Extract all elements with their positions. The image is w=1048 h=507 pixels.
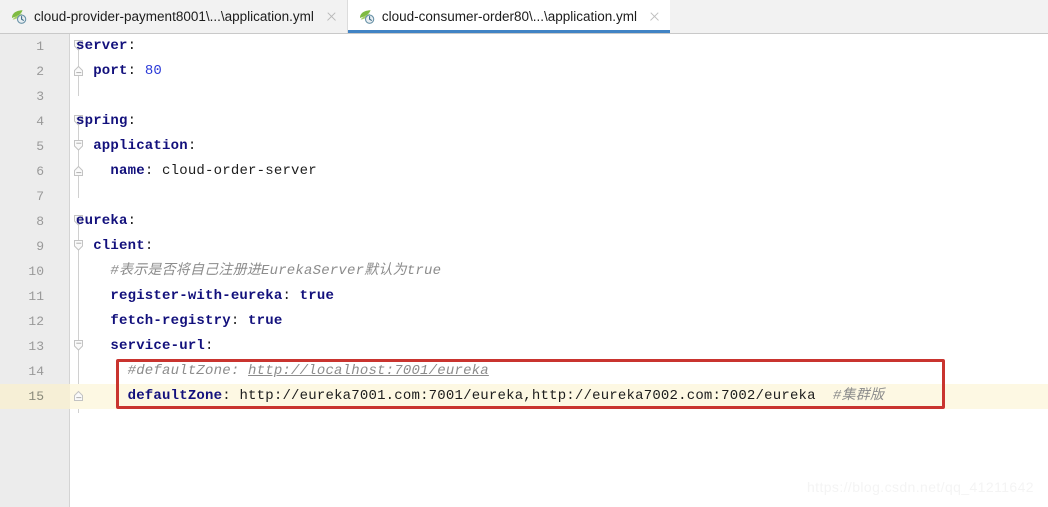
yaml-colon: : — [282, 288, 291, 304]
yaml-colon: : — [128, 38, 137, 54]
line-number[interactable]: 3 — [0, 84, 44, 109]
yaml-colon: : — [188, 138, 197, 154]
yaml-key: defaultZone — [128, 388, 223, 404]
yaml-value: true — [248, 313, 282, 329]
commented-url[interactable]: http://localhost:7001/eureka — [248, 363, 489, 379]
yaml-comment: #表示是否将自己注册进EurekaServer默认为true — [110, 263, 441, 279]
yaml-key: server — [76, 38, 128, 54]
line-number[interactable]: 4 — [0, 109, 44, 134]
code-text: register-with-eureka: true — [76, 284, 334, 309]
yaml-colon: : — [205, 338, 214, 354]
code-text: spring: — [76, 109, 136, 134]
tab-label: cloud-provider-payment8001\...\applicati… — [34, 10, 314, 24]
line-number[interactable]: 2 — [0, 59, 44, 84]
yaml-colon: : — [145, 238, 154, 254]
code-text: server: — [76, 34, 136, 59]
code-line-6[interactable]: 6 name: cloud-order-server — [0, 159, 1048, 184]
yaml-key: name — [110, 163, 144, 179]
line-number[interactable]: 5 — [0, 134, 44, 159]
yaml-key: service-url — [110, 338, 205, 354]
code-line-3[interactable]: 3 — [0, 84, 1048, 109]
line-number[interactable]: 15 — [0, 384, 44, 409]
yaml-key: application — [93, 138, 188, 154]
code-text: service-url: — [76, 334, 214, 359]
watermark: https://blog.csdn.net/qq_41211642 — [807, 479, 1034, 495]
code-text: name: cloud-order-server — [76, 159, 317, 184]
tab-label: cloud-consumer-order80\...\application.y… — [382, 10, 637, 24]
yaml-colon: : — [128, 63, 137, 79]
code-line-4[interactable]: 4 spring: — [0, 109, 1048, 134]
yaml-key: eureka — [76, 213, 128, 229]
yaml-value: true — [300, 288, 334, 304]
close-icon[interactable] — [648, 10, 661, 23]
line-number[interactable]: 1 — [0, 34, 44, 59]
yaml-value: 80 — [145, 63, 162, 79]
editor-tab-bar: cloud-provider-payment8001\...\applicati… — [0, 0, 1048, 34]
yaml-colon: : — [128, 113, 137, 129]
line-number[interactable]: 9 — [0, 234, 44, 259]
line-number[interactable]: 7 — [0, 184, 44, 209]
code-lines: 1server:2 port: 8034spring:5 application… — [0, 34, 1048, 409]
code-text: port: 80 — [76, 59, 162, 84]
yaml-colon: : — [231, 313, 240, 329]
code-line-2[interactable]: 2 port: 80 — [0, 59, 1048, 84]
code-line-12[interactable]: 12 fetch-registry: true — [0, 309, 1048, 334]
code-text: #表示是否将自己注册进EurekaServer默认为true — [76, 259, 441, 284]
code-line-1[interactable]: 1 server: — [0, 34, 1048, 59]
spring-yaml-icon — [10, 8, 27, 25]
code-line-7[interactable]: 7 — [0, 184, 1048, 209]
code-text: defaultZone: http://eureka7001.com:7001/… — [76, 384, 884, 409]
yaml-value: cloud-order-server — [162, 163, 317, 179]
yaml-key: port — [93, 63, 127, 79]
line-number[interactable]: 12 — [0, 309, 44, 334]
code-text: eureka: — [76, 209, 136, 234]
code-line-9[interactable]: 9 client: — [0, 234, 1048, 259]
code-editor[interactable]: 1server:2 port: 8034spring:5 application… — [0, 34, 1048, 507]
code-line-15[interactable]: 15 defaultZone: http://eureka7001.com:70… — [0, 384, 1048, 409]
code-text: client: — [76, 234, 153, 259]
line-number[interactable]: 10 — [0, 259, 44, 284]
line-number[interactable]: 13 — [0, 334, 44, 359]
code-line-10[interactable]: 10 #表示是否将自己注册进EurekaServer默认为true — [0, 259, 1048, 284]
line-number[interactable]: 8 — [0, 209, 44, 234]
yaml-key: fetch-registry — [110, 313, 230, 329]
spring-yaml-icon — [358, 8, 375, 25]
tab-cloud-provider-payment8001[interactable]: cloud-provider-payment8001\...\applicati… — [0, 0, 348, 33]
code-line-8[interactable]: 8 eureka: — [0, 209, 1048, 234]
close-icon[interactable] — [325, 10, 338, 23]
tab-cloud-consumer-order80[interactable]: cloud-consumer-order80\...\application.y… — [348, 0, 670, 33]
yaml-key: spring — [76, 113, 128, 129]
line-number[interactable]: 11 — [0, 284, 44, 309]
code-line-5[interactable]: 5 application: — [0, 134, 1048, 159]
code-line-13[interactable]: 13 service-url: — [0, 334, 1048, 359]
code-text: application: — [76, 134, 196, 159]
yaml-colon: : — [128, 213, 137, 229]
yaml-colon: : — [222, 388, 231, 404]
code-line-14[interactable]: 14 #defaultZone: http://localhost:7001/e… — [0, 359, 1048, 384]
yaml-key: register-with-eureka — [110, 288, 282, 304]
line-number[interactable]: 6 — [0, 159, 44, 184]
yaml-comment: #defaultZone: — [128, 363, 248, 379]
yaml-value: http://eureka7001.com:7001/eureka,http:/… — [239, 388, 815, 404]
line-number[interactable]: 14 — [0, 359, 44, 384]
code-text: #defaultZone: http://localhost:7001/eure… — [76, 359, 489, 384]
yaml-colon: : — [145, 163, 154, 179]
code-line-11[interactable]: 11 register-with-eureka: true — [0, 284, 1048, 309]
yaml-key: client — [93, 238, 145, 254]
code-text: fetch-registry: true — [76, 309, 282, 334]
yaml-trailing-comment: #集群版 — [833, 388, 884, 404]
